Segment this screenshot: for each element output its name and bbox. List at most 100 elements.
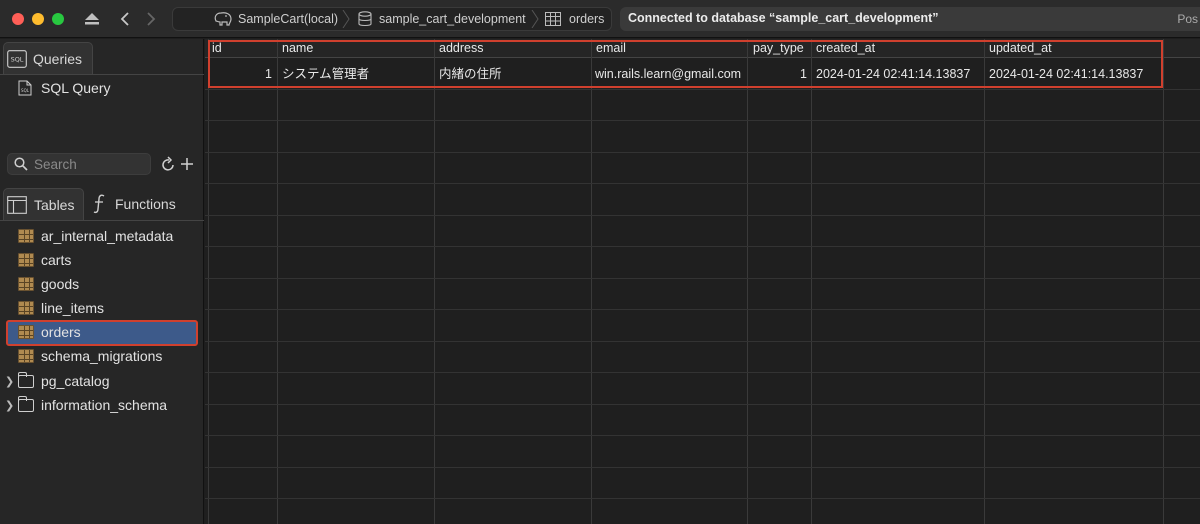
table-item-label: line_items: [41, 300, 105, 316]
document-icon: SQL: [18, 80, 32, 96]
chevron-right-icon[interactable]: ❯: [5, 394, 14, 416]
breadcrumb-database[interactable]: sample_cart_development: [358, 8, 526, 30]
folder-icon: [18, 395, 34, 412]
results-grid: id name address email pay_type created_a…: [205, 39, 1200, 524]
tab-tables-label: Tables: [34, 196, 75, 213]
breadcrumb-separator-icon: [531, 10, 539, 28]
column-divider: [811, 39, 812, 524]
table-item-label: orders: [41, 324, 81, 340]
table-icon: [7, 195, 27, 214]
tab-divider: [0, 74, 204, 75]
position-label: Pos: [1177, 12, 1198, 26]
row-divider: [205, 309, 1200, 310]
table-icon: [18, 349, 34, 363]
column-divider: [434, 39, 435, 524]
zoom-window-button[interactable]: [52, 13, 64, 25]
connection-status: Connected to database “sample_cart_devel…: [620, 7, 1200, 31]
column-header-email[interactable]: email: [596, 39, 746, 58]
column-divider: [208, 39, 209, 524]
table-item-line-items[interactable]: line_items: [18, 297, 104, 319]
breadcrumb-table[interactable]: orders: [545, 8, 604, 30]
table-item-label: carts: [41, 252, 72, 268]
search-icon: [14, 157, 28, 171]
table-icon: [18, 229, 34, 243]
tab-tables[interactable]: Tables: [3, 188, 84, 220]
cell-created-at[interactable]: 2024-01-24 02:41:14.13837: [816, 64, 984, 84]
minimize-window-button[interactable]: [32, 13, 44, 25]
sql-query-label: SQL Query: [41, 80, 111, 96]
tab-functions[interactable]: Functions: [88, 188, 198, 220]
table-icon: [18, 253, 34, 267]
breadcrumb-separator-icon: [342, 10, 350, 28]
folder-icon: [18, 371, 34, 388]
search-input[interactable]: [34, 156, 146, 172]
row-divider: [205, 89, 1200, 90]
search-box: [7, 153, 151, 175]
row-divider: [205, 215, 1200, 216]
column-divider: [591, 39, 592, 524]
eject-icon[interactable]: [81, 8, 103, 30]
column-header-name[interactable]: name: [282, 39, 432, 58]
cell-updated-at[interactable]: 2024-01-24 02:41:14.13837: [989, 64, 1163, 84]
table-item-orders[interactable]: orders: [18, 321, 81, 343]
cell-name[interactable]: システム管理者: [282, 64, 432, 84]
schema-item-label: information_schema: [41, 397, 168, 413]
column-divider: [747, 39, 748, 524]
back-chevron-icon[interactable]: [114, 8, 136, 30]
column-header-created-at[interactable]: created_at: [816, 39, 982, 58]
tab-functions-label: Functions: [115, 196, 176, 212]
table-item-carts[interactable]: carts: [18, 249, 71, 271]
database-icon: [358, 11, 372, 27]
row-divider: [205, 152, 1200, 153]
breadcrumb: SampleCart(local) sample_cart_developmen…: [172, 7, 612, 31]
row-divider: [205, 183, 1200, 184]
breadcrumb-database-label: sample_cart_development: [379, 12, 526, 26]
table-icon: [18, 301, 34, 315]
row-divider: [205, 404, 1200, 405]
schema-item-information-schema[interactable]: information_schema: [18, 394, 167, 416]
row-divider: [205, 246, 1200, 247]
column-header-pay-type[interactable]: pay_type: [753, 39, 811, 58]
row-divider: [205, 435, 1200, 436]
table-item-schema-migrations[interactable]: schema_migrations: [18, 345, 162, 367]
table-icon: [545, 12, 561, 26]
row-divider: [205, 467, 1200, 468]
row-divider: [205, 372, 1200, 373]
table-item-label: schema_migrations: [41, 348, 163, 364]
forward-chevron-icon[interactable]: [140, 8, 162, 30]
cell-address[interactable]: 内緒の住所: [439, 64, 589, 84]
table-item-label: ar_internal_metadata: [41, 228, 174, 244]
add-icon[interactable]: [176, 153, 198, 175]
chevron-right-icon[interactable]: ❯: [5, 370, 14, 392]
schema-item-pg-catalog[interactable]: pg_catalog: [18, 370, 110, 392]
tab-divider: [0, 220, 204, 221]
table-item-ar-internal-metadata[interactable]: ar_internal_metadata: [18, 225, 173, 247]
table-icon: [18, 325, 34, 339]
tab-queries[interactable]: SQL Queries: [3, 42, 93, 74]
sidebar: SQL Queries SQL SQL Query Tables: [0, 39, 204, 524]
svg-text:SQL: SQL: [11, 55, 24, 63]
svg-text:SQL: SQL: [21, 88, 30, 93]
close-window-button[interactable]: [12, 13, 24, 25]
elephant-icon: [214, 12, 232, 26]
column-divider: [984, 39, 985, 524]
cell-email[interactable]: win.rails.learn@gmail.com: [595, 64, 747, 84]
table-icon: [18, 277, 34, 291]
column-divider: [1163, 39, 1164, 524]
tab-queries-label: Queries: [33, 50, 83, 67]
function-icon: [93, 194, 105, 214]
breadcrumb-connection-label: SampleCart(local): [238, 12, 339, 26]
table-item-goods[interactable]: goods: [18, 273, 79, 295]
sql-icon: SQL: [7, 49, 27, 68]
cell-id[interactable]: 1: [210, 64, 272, 84]
breadcrumb-connection[interactable]: SampleCart(local): [213, 8, 338, 30]
column-header-id[interactable]: id: [212, 39, 274, 58]
sql-query-item[interactable]: SQL SQL Query: [18, 77, 111, 99]
row-divider: [205, 278, 1200, 279]
column-header-updated-at[interactable]: updated_at: [989, 39, 1161, 58]
row-divider: [205, 341, 1200, 342]
column-header-address[interactable]: address: [439, 39, 589, 58]
breadcrumb-table-label: orders: [569, 12, 605, 26]
title-bar: SampleCart(local) sample_cart_developmen…: [0, 0, 1200, 38]
cell-pay-type[interactable]: 1: [751, 64, 807, 84]
